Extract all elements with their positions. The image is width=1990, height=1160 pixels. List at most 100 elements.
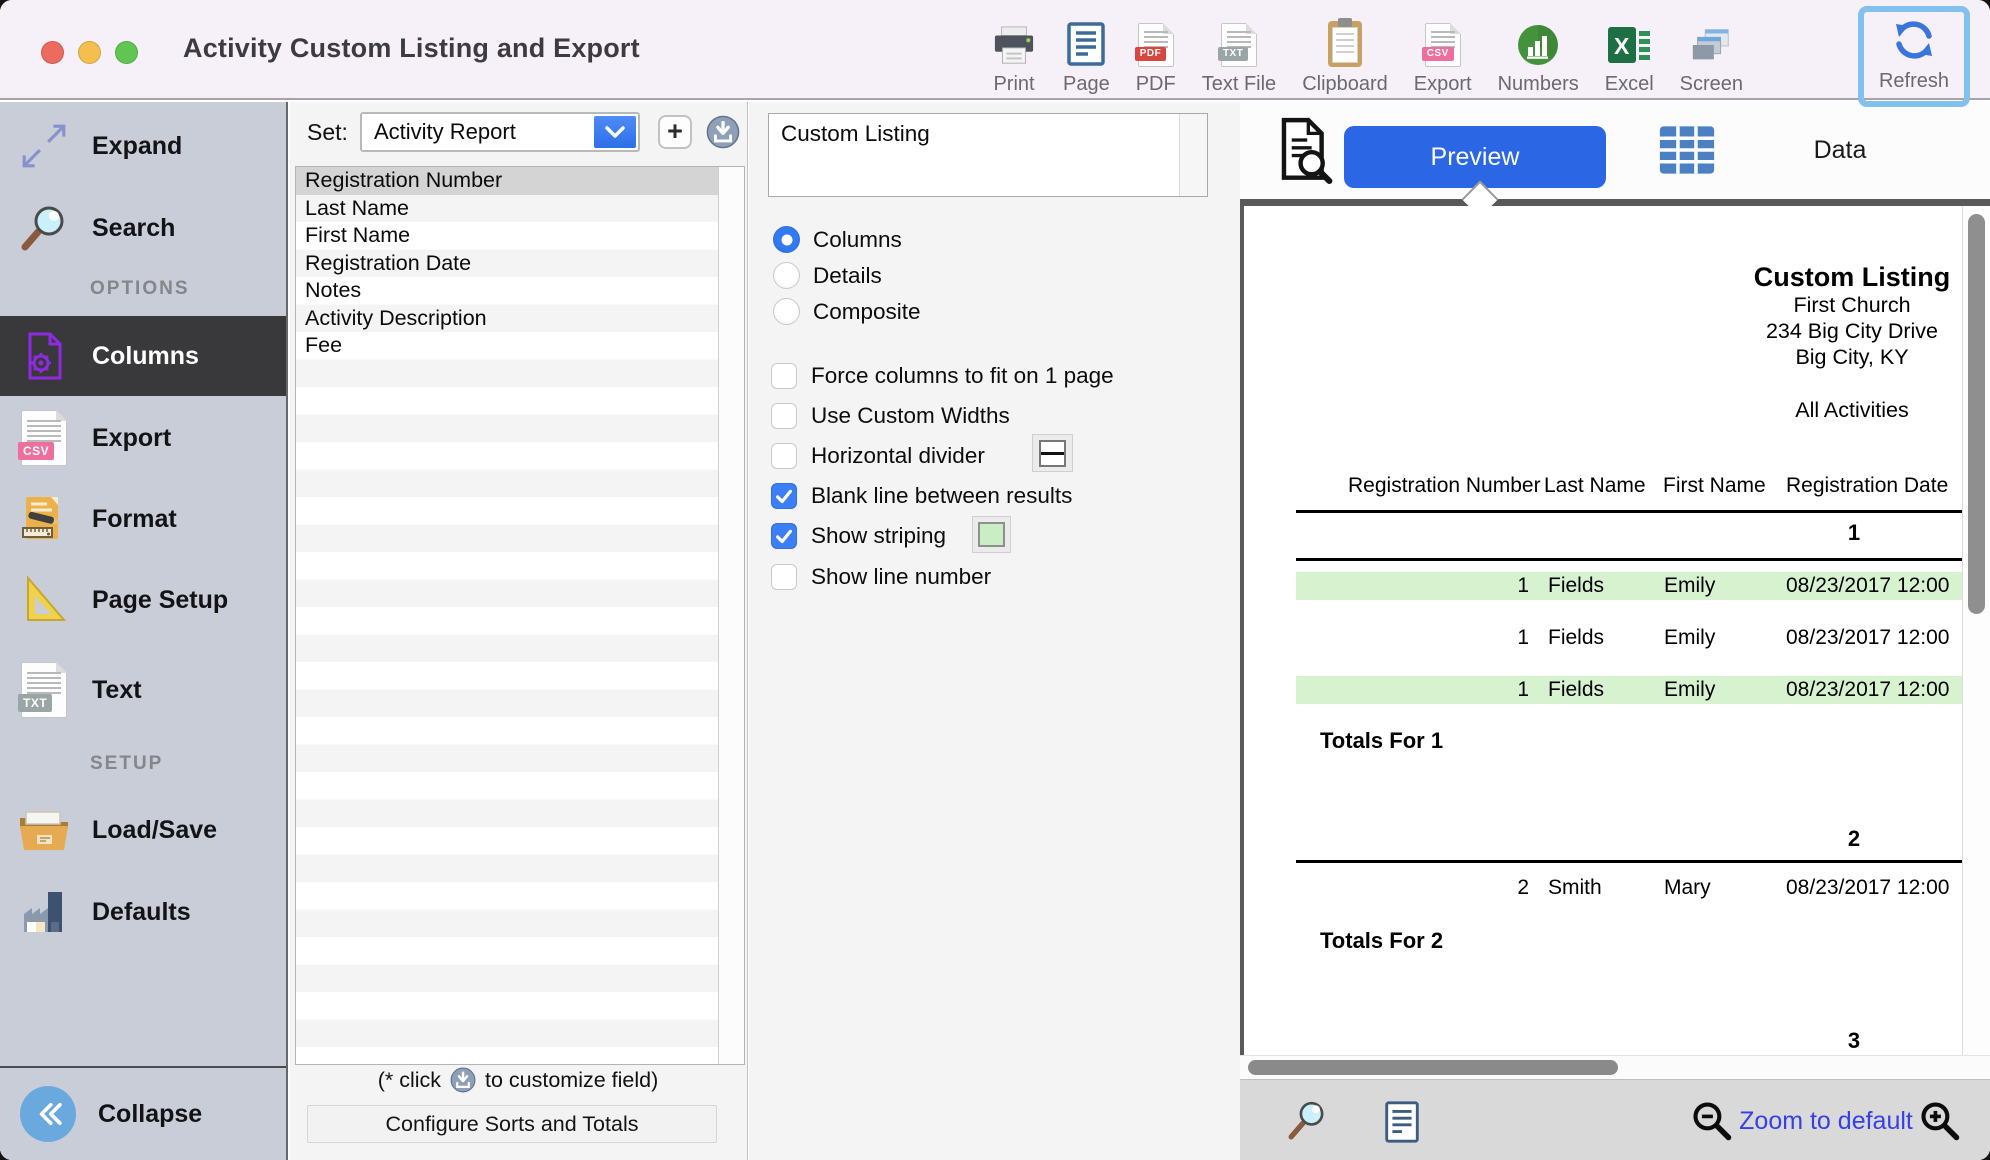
zoom-to-default-link[interactable]: Zoom to default [1740,1080,1912,1160]
group-totals: Totals For 1 [1320,728,1443,754]
preview-tab-bar: Preview Data [1240,102,1990,199]
report-row: 2 Smith Mary 08/23/2017 12:00 [1296,874,1962,902]
zoom-in-icon[interactable] [1918,1099,1962,1148]
collapse-button[interactable]: Collapse [0,1068,286,1160]
report-column-headers: Registration Number Last Name First Name… [1244,472,1962,500]
divider-style-button[interactable] [1032,434,1073,472]
printer-icon [991,17,1037,67]
field-panel: Set: Activity Report + Registration Numb… [290,102,748,1160]
field-row[interactable]: Registration Date [296,250,719,278]
maximize-button[interactable] [115,41,138,64]
sidebar-item-format[interactable]: Format [0,479,286,559]
horizontal-scroll-thumb[interactable] [1248,1060,1618,1075]
page-button[interactable]: Page [1050,6,1123,96]
report-row: 1 Fields Emily 08/23/2017 12:00 [1296,624,1962,652]
report-rule [1296,558,1962,561]
export-button[interactable]: CSV Export [1401,6,1485,96]
sidebar-item-page-setup[interactable]: Page Setup [0,560,286,640]
sidebar-item-export[interactable]: CSV Export [0,398,286,478]
app-window: Activity Custom Listing and Export Print… [0,0,1990,1160]
svg-text:X: X [1614,33,1630,59]
sidebar-item-search[interactable]: Search [0,188,286,268]
customize-field-button[interactable] [706,115,740,149]
field-row[interactable]: Last Name [296,195,719,223]
field-list-scrollbar[interactable] [718,167,744,1064]
tab-preview[interactable]: Preview [1344,126,1606,188]
chevron-down-icon [594,116,636,148]
report-title-input[interactable]: Custom Listing [768,113,1208,197]
sidebar-item-text[interactable]: TXT Text [0,650,286,730]
report-row: 1 Fields Emily 08/23/2017 12:00 [1296,572,1962,600]
radio-composite[interactable] [773,298,800,325]
factory-icon [16,884,72,940]
configure-sorts-totals-button[interactable]: Configure Sorts and Totals [307,1105,717,1143]
sidebar-item-columns[interactable]: Columns [0,316,286,396]
field-row[interactable]: First Name [296,222,719,250]
checkbox-show-striping[interactable] [771,523,797,549]
options-panel: Custom Listing Columns Details Composite… [749,102,1240,1160]
magnifier-icon[interactable] [1285,1097,1331,1148]
sidebar-item-expand[interactable]: Expand [0,106,286,186]
field-row[interactable]: Activity Description [296,305,719,333]
screen-button[interactable]: Screen [1667,6,1756,96]
minimize-button[interactable] [78,41,101,64]
sidebar-item-load-save[interactable]: Load/Save [0,790,286,870]
checkbox-force-columns[interactable] [771,363,797,389]
preview-vertical-scrollbar[interactable] [1962,206,1990,1055]
preview-horizontal-scrollbar[interactable] [1240,1055,1990,1079]
refresh-button[interactable]: Refresh [1858,6,1970,107]
divider-preview-icon [1039,440,1066,467]
refresh-icon [1890,14,1938,64]
report-page: Custom Listing First Church 234 Big City… [1244,206,1990,1055]
checkbox-horizontal-divider[interactable] [771,443,797,469]
numbers-button[interactable]: Numbers [1485,6,1592,96]
report-title-scrollbar[interactable] [1179,114,1207,196]
tab-data[interactable]: Data [1780,102,1900,199]
format-pencil-ruler-icon [16,491,72,547]
expand-arrows-icon [16,118,72,174]
checkbox-show-line-number[interactable] [771,564,797,590]
field-row[interactable]: Notes [296,277,719,305]
zoom-out-icon[interactable] [1690,1099,1734,1148]
excel-button[interactable]: X Excel [1592,6,1667,96]
report-title-value: Custom Listing [781,121,930,147]
document-icon[interactable] [1382,1100,1422,1149]
report-org-name: First Church [1722,292,1982,318]
text-file-button[interactable]: TXT Text File [1189,6,1289,96]
group-header: 1 [1814,520,1894,546]
excel-icon: X [1606,17,1652,67]
striping-color-button[interactable] [972,516,1011,553]
sidebar: Expand Search OPTIONS Columns CSV Export [0,102,288,1160]
radio-columns[interactable] [773,226,800,253]
vertical-scroll-thumb[interactable] [1968,214,1985,614]
field-row[interactable]: Fee [296,332,719,360]
group-header: 2 [1814,826,1894,852]
window-title: Activity Custom Listing and Export [183,33,640,64]
preview-document-magnifier-icon [1274,115,1336,190]
csv-file-icon: CSV [1425,17,1461,67]
data-grid-icon [1654,117,1720,188]
checkbox-custom-widths[interactable] [771,403,797,429]
numbers-icon [1516,17,1560,67]
report-title: Custom Listing [1722,262,1982,292]
set-label: Set: [307,119,348,146]
sidebar-section-setup: SETUP [90,753,163,775]
txt-file-icon: TXT [16,662,72,718]
page-icon [1066,17,1106,67]
csv-file-icon: CSV [16,410,72,466]
sidebar-item-defaults[interactable]: Defaults [0,872,286,952]
screen-icon [1688,17,1734,67]
radio-details[interactable] [773,262,800,289]
title-bar: Activity Custom Listing and Export Print… [0,0,1990,100]
set-dropdown[interactable]: Activity Report [360,112,640,152]
toolbar: Print Page PDF PDF TXT Text File [978,6,1756,96]
close-button[interactable] [41,41,64,64]
print-button[interactable]: Print [978,6,1050,96]
field-row[interactable]: Registration Number [296,167,719,195]
report-subtitle: All Activities [1722,398,1982,423]
pdf-button[interactable]: PDF PDF [1123,6,1189,96]
checkbox-blank-line[interactable] [771,483,797,509]
group-totals: Totals For 2 [1320,928,1443,954]
add-set-button[interactable]: + [658,115,692,149]
clipboard-button[interactable]: Clipboard [1289,6,1401,96]
